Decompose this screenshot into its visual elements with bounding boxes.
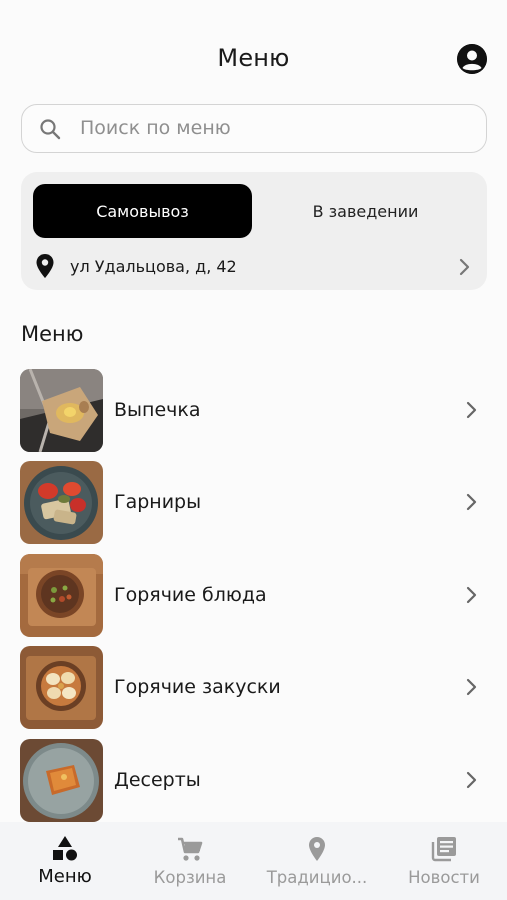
address-text: ул Удальцова, д, 42 (70, 257, 237, 276)
bottom-navigation: Меню Корзина Традицио... Новости (0, 822, 507, 900)
menu-item-label: Горячие блюда (114, 584, 267, 606)
location-pin-icon (36, 254, 54, 278)
shapes-icon (53, 836, 77, 861)
nav-tab-cart[interactable]: Корзина (145, 822, 235, 900)
location-pin-icon (309, 837, 325, 861)
menu-item-pastry[interactable]: Выпечка (0, 369, 507, 453)
nav-tab-news[interactable]: Новости (398, 822, 490, 900)
nav-tab-menu[interactable]: Меню (25, 822, 105, 900)
hot-snacks-thumbnail (20, 646, 103, 729)
profile-icon[interactable] (457, 44, 487, 74)
nav-label: Корзина (153, 868, 227, 887)
search-icon (40, 119, 61, 140)
news-icon (431, 837, 456, 862)
chevron-right-icon (466, 678, 477, 696)
search-input[interactable] (80, 105, 470, 151)
nav-label: Традицио... (266, 868, 368, 887)
chevron-right-icon (466, 586, 477, 604)
cart-icon (178, 837, 203, 861)
nav-tab-traditions[interactable]: Традицио... (258, 822, 376, 900)
pastry-thumbnail (20, 369, 103, 452)
menu-item-desserts[interactable]: Десерты (0, 739, 507, 823)
sides-thumbnail (20, 461, 103, 544)
app-header: Меню (0, 0, 507, 100)
dine-in-mode-button[interactable]: В заведении (256, 184, 475, 238)
desserts-thumbnail (20, 739, 103, 822)
address-row[interactable]: ул Удальцова, д, 42 (21, 248, 487, 286)
menu-item-label: Горячие закуски (114, 676, 281, 698)
nav-label: Новости (408, 868, 480, 887)
menu-item-sides[interactable]: Гарниры (0, 461, 507, 545)
chevron-right-icon (466, 493, 477, 511)
chevron-right-icon (466, 401, 477, 419)
nav-label: Меню (38, 866, 92, 887)
menu-item-label: Выпечка (114, 399, 201, 421)
menu-item-hot-snacks[interactable]: Горячие закуски (0, 646, 507, 730)
chevron-right-icon (466, 771, 477, 789)
menu-item-hot-dishes[interactable]: Горячие блюда (0, 554, 507, 638)
pickup-mode-button[interactable]: Самовывоз (33, 184, 252, 238)
menu-item-label: Гарниры (114, 491, 202, 513)
search-bar[interactable] (21, 104, 487, 153)
hot-dishes-thumbnail (20, 554, 103, 637)
menu-item-label: Десерты (114, 769, 201, 791)
section-title: Меню (21, 322, 84, 346)
chevron-right-icon (459, 258, 470, 276)
page-title: Меню (217, 44, 290, 72)
order-mode-card: Самовывоз В заведении ул Удальцова, д, 4… (21, 172, 487, 290)
